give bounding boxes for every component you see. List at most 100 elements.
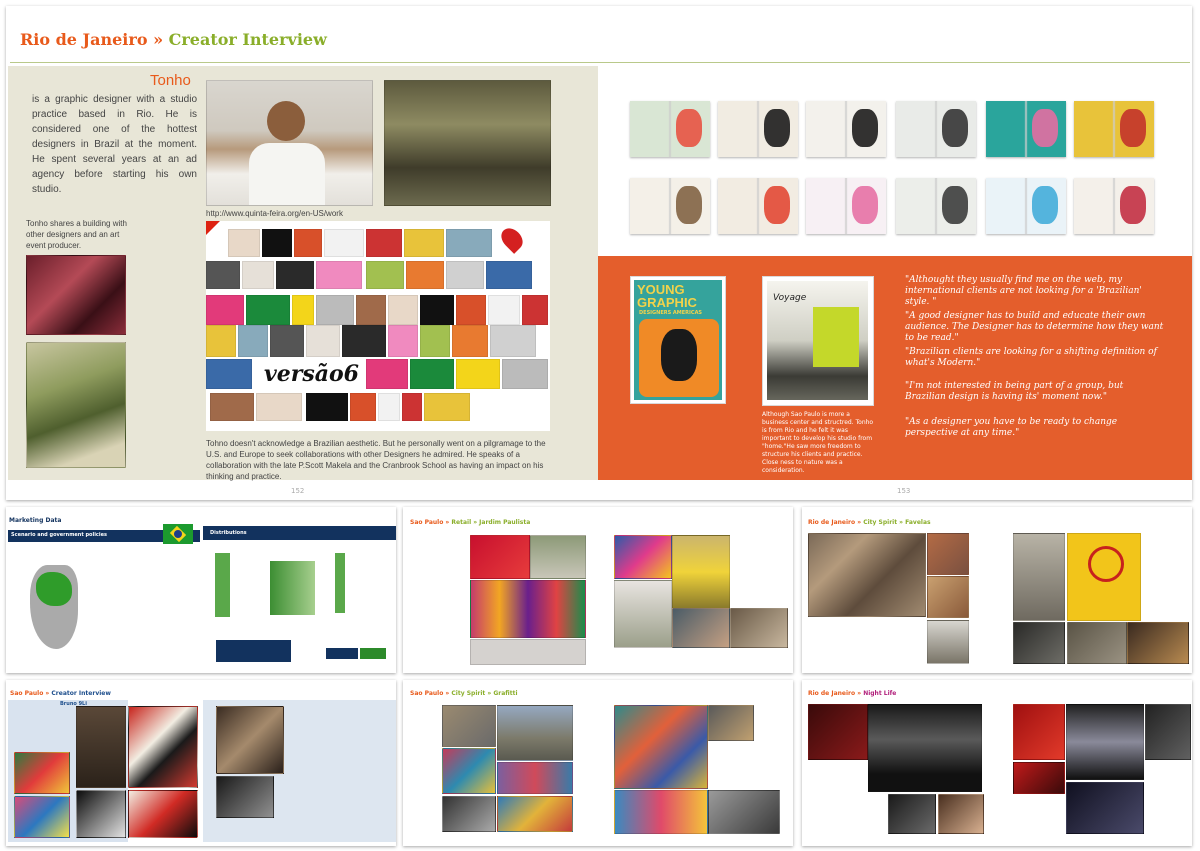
favela-photo-4 bbox=[927, 620, 969, 664]
retail-photo-1 bbox=[470, 535, 530, 579]
retail-photo-2 bbox=[530, 535, 586, 579]
book-spread-thumbnail bbox=[896, 101, 976, 157]
portfolio-tile bbox=[366, 229, 402, 257]
portfolio-tile bbox=[206, 325, 236, 357]
sp-graffiti-title: Sao Paulo » City Spirit » Grafitti bbox=[410, 690, 518, 697]
portfolio-tile bbox=[420, 325, 450, 357]
retail-photo-6 bbox=[672, 535, 730, 609]
portfolio-tile bbox=[456, 359, 500, 389]
title-section: Creator Interview bbox=[168, 30, 327, 49]
book-spread-thumbnail bbox=[630, 101, 710, 157]
stats-chart bbox=[216, 640, 291, 662]
designer-name: Tonho bbox=[150, 72, 191, 89]
portfolio-tile bbox=[242, 261, 274, 289]
distribution-bars bbox=[215, 553, 365, 617]
book-spread-thumbnail bbox=[986, 101, 1066, 157]
favela-photo-5 bbox=[1013, 533, 1065, 621]
portfolio-tile bbox=[522, 295, 548, 325]
favela-photo-7 bbox=[1013, 622, 1065, 664]
night-photo-4 bbox=[938, 794, 984, 834]
book2-label: Voyage bbox=[773, 293, 807, 303]
stairwell-photo bbox=[26, 255, 126, 335]
portfolio-tile bbox=[488, 295, 520, 325]
courtyard-photo bbox=[26, 342, 126, 468]
title-rule bbox=[10, 62, 1190, 63]
title-city: Rio de Janeiro bbox=[20, 30, 148, 49]
portfolio-tile bbox=[486, 261, 532, 289]
night-photo-7 bbox=[1013, 762, 1065, 794]
rio-night-title: Rio de Janeiro » Night Life bbox=[808, 690, 897, 697]
title-separator: » bbox=[153, 30, 164, 49]
portfolio-tile bbox=[420, 295, 454, 325]
portfolio-tile bbox=[452, 325, 488, 357]
portfolio-tile bbox=[206, 359, 252, 389]
portfolio-tile bbox=[206, 295, 244, 325]
book-voyage: Voyage bbox=[762, 276, 874, 406]
quote-2: "A good designer has to build and educat… bbox=[905, 311, 1164, 343]
quote-5: "As a designer you have to be ready to c… bbox=[905, 417, 1118, 438]
retail-photo-5 bbox=[614, 535, 672, 579]
portfolio-grid: versão6 bbox=[206, 221, 550, 431]
favela-photo-2 bbox=[927, 533, 969, 575]
portfolio-tile bbox=[366, 359, 408, 389]
portfolio-url[interactable]: http://www.quinta-feira.org/en-US/work bbox=[206, 208, 343, 219]
bruno-art-2 bbox=[14, 752, 70, 794]
graffiti-photo-1 bbox=[442, 705, 496, 747]
page-number-right: 153 bbox=[897, 487, 911, 495]
quote-1: "Althought they usually find me on the w… bbox=[905, 275, 1142, 307]
portfolio-tile bbox=[324, 229, 364, 257]
marketing-subtitle: Scenario and government policies bbox=[11, 532, 107, 538]
portfolio-tile bbox=[228, 229, 260, 257]
graffiti-photo-10 bbox=[708, 790, 780, 834]
portfolio-tile bbox=[210, 393, 254, 421]
thumb-sp-retail-spread[interactable] bbox=[403, 507, 793, 673]
marketing-title: Marketing Data bbox=[9, 517, 62, 524]
graffiti-photo-6 bbox=[497, 796, 573, 832]
stats-box-1 bbox=[326, 648, 358, 659]
portfolio-tile bbox=[306, 393, 348, 421]
night-photo-8 bbox=[1066, 782, 1144, 834]
designer-bio: is a graphic designer with a studio prac… bbox=[32, 94, 197, 195]
portfolio-tile bbox=[406, 261, 444, 289]
portfolio-tile bbox=[238, 325, 268, 357]
portfolio-tile bbox=[306, 325, 340, 357]
portfolio-tile bbox=[366, 261, 404, 289]
bruno-studio-2 bbox=[216, 776, 274, 818]
bruno-studio-1 bbox=[216, 706, 284, 774]
marketing-distributions: Distributions bbox=[210, 530, 247, 536]
book-spread-thumbnail bbox=[1074, 101, 1154, 157]
portfolio-tile bbox=[446, 229, 492, 257]
bruno-art-4 bbox=[76, 790, 126, 838]
location-pin-icon bbox=[497, 224, 527, 254]
portfolio-tile bbox=[292, 295, 314, 325]
bruno-art-1 bbox=[128, 706, 198, 788]
graffiti-photo-2 bbox=[497, 705, 573, 761]
portfolio-tile bbox=[388, 295, 418, 325]
portfolio-tile bbox=[276, 261, 314, 289]
favela-photo-1 bbox=[808, 533, 926, 617]
favela-photo-9 bbox=[1127, 622, 1189, 664]
book-spread-thumbnail bbox=[630, 178, 710, 234]
studio-photo bbox=[384, 80, 551, 206]
quote-3: "Brazilian clients are looking for a shi… bbox=[905, 347, 1157, 368]
graffiti-photo-8 bbox=[708, 705, 754, 741]
portfolio-tile bbox=[388, 325, 418, 357]
quote-4: "I'm not interested in being part of a g… bbox=[905, 381, 1124, 402]
portfolio-tile bbox=[342, 325, 386, 357]
retail-photo-4 bbox=[470, 639, 586, 665]
book-caption: Although Sao Paulo is more a business ce… bbox=[762, 411, 874, 474]
stats-box-2 bbox=[360, 648, 386, 659]
book-spread-thumbnail bbox=[1074, 178, 1154, 234]
favela-graffiti-photo bbox=[1067, 533, 1141, 621]
retail-photo-8 bbox=[672, 608, 730, 648]
brazil-flag bbox=[163, 524, 193, 544]
portfolio-tile bbox=[456, 295, 486, 325]
book-spread-thumbnail bbox=[896, 178, 976, 234]
versao-logo: versão6 bbox=[264, 361, 359, 387]
building-caption: Tonho shares a building with other desig… bbox=[26, 219, 127, 250]
page-number-left: 152 bbox=[291, 487, 305, 495]
graffiti-photo-5 bbox=[497, 762, 573, 794]
book-spread-thumbnail bbox=[806, 178, 886, 234]
bruno-portrait bbox=[76, 706, 126, 788]
night-crowd-photo bbox=[868, 704, 982, 792]
